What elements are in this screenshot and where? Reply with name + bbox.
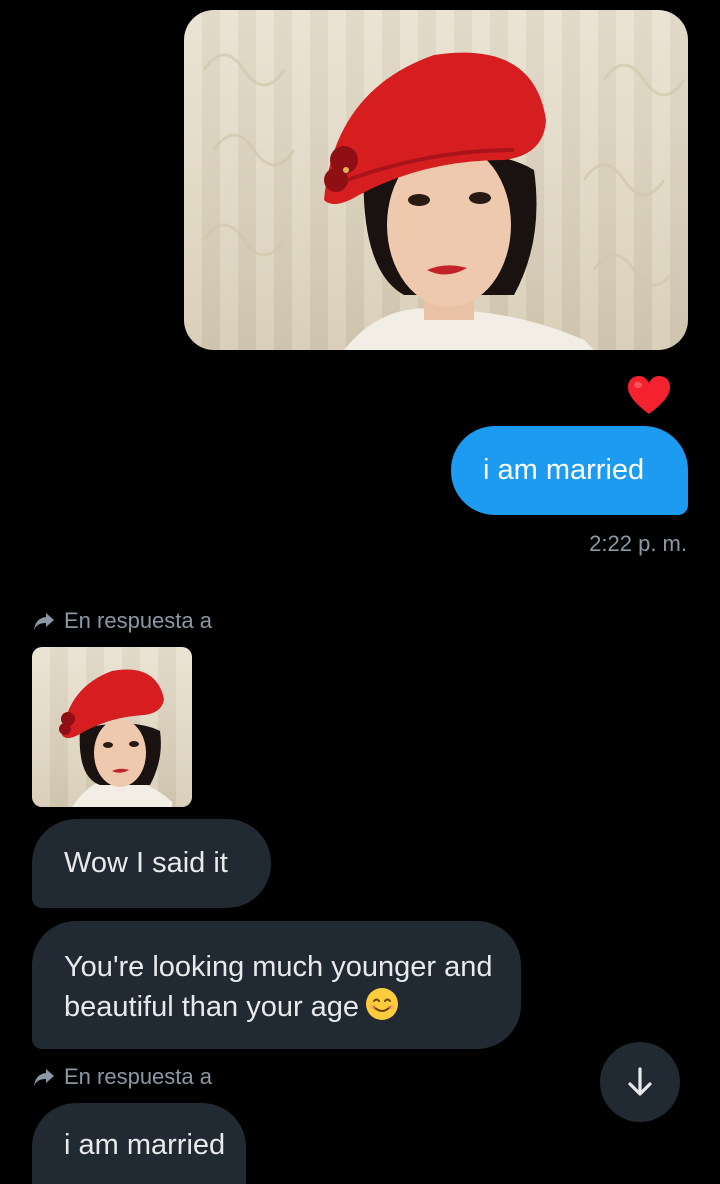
received-message-text: Wow I said it <box>64 847 228 879</box>
sent-message-text: i am married <box>483 454 645 486</box>
quoted-message-text: i am married <box>64 1129 226 1161</box>
red-heart-icon[interactable] <box>626 374 672 416</box>
received-message-text: You're looking much younger and beautifu… <box>64 951 493 1023</box>
reply-context-label: En respuesta a <box>32 1062 212 1092</box>
message-timestamp: 2:22 p. m. <box>589 531 687 556</box>
reply-context-text: En respuesta a <box>64 608 212 633</box>
sent-photo[interactable] <box>184 10 688 350</box>
reply-context-label: En respuesta a <box>32 606 212 636</box>
scroll-to-bottom-button[interactable] <box>600 1042 680 1122</box>
reply-context-text: En respuesta a <box>64 1064 212 1089</box>
sent-message-bubble[interactable]: i am married <box>451 426 688 515</box>
arrow-down-icon <box>628 1067 652 1096</box>
received-message-bubble[interactable]: Wow I said it <box>32 819 271 908</box>
quoted-message-bubble[interactable]: i am married <box>32 1103 246 1184</box>
reply-arrow-icon <box>34 613 54 630</box>
smiling-face-icon <box>365 987 399 1021</box>
reply-arrow-icon <box>34 1069 54 1086</box>
replied-photo-thumbnail[interactable] <box>32 647 192 807</box>
received-message-bubble[interactable]: You're looking much younger and beautifu… <box>32 921 521 1049</box>
